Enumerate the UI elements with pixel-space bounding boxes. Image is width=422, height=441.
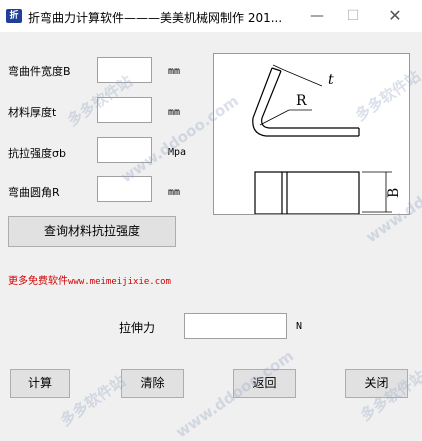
tension-label: 拉伸力 bbox=[119, 321, 156, 335]
clear-button[interactable]: 清除 bbox=[121, 369, 184, 398]
tension-output[interactable] bbox=[184, 313, 287, 339]
close-button[interactable]: 关闭 bbox=[345, 369, 408, 398]
bend-diagram: t R B bbox=[213, 53, 410, 215]
minimize-button[interactable]: — bbox=[300, 0, 334, 32]
close-window-button[interactable]: ✕ bbox=[378, 0, 412, 32]
title-bar: 折 折弯曲力计算软件———美美机械网制作 201... — ☐ ✕ bbox=[0, 0, 422, 32]
thickness-label: 材料厚度t bbox=[8, 106, 57, 119]
strength-label: 抗拉强度σb bbox=[8, 147, 66, 160]
label-b: B bbox=[386, 188, 402, 198]
promo-label: 更多免费软件 bbox=[8, 276, 68, 287]
maximize-button[interactable]: ☐ bbox=[336, 0, 370, 32]
label-r: R bbox=[296, 93, 307, 109]
thickness-unit: mm bbox=[168, 107, 181, 118]
radius-input[interactable] bbox=[97, 176, 152, 202]
label-t: t bbox=[328, 72, 334, 88]
strength-input[interactable] bbox=[97, 137, 152, 163]
radius-label: 弯曲圆角R bbox=[8, 186, 60, 199]
lookup-strength-button[interactable]: 查询材料抗拉强度 bbox=[8, 216, 176, 247]
app-icon: 折 bbox=[6, 9, 22, 23]
bend-diagram-svg: t R B bbox=[252, 64, 402, 215]
calculate-button[interactable]: 计算 bbox=[10, 369, 70, 398]
width-unit: mm bbox=[168, 66, 181, 77]
window-title: 折弯曲力计算软件———美美机械网制作 201... bbox=[28, 11, 283, 25]
width-label: 弯曲件宽度B bbox=[8, 65, 71, 78]
tension-unit: N bbox=[296, 321, 303, 332]
width-input[interactable] bbox=[97, 57, 152, 83]
promo-url[interactable]: www.meimeijixie.com bbox=[68, 277, 171, 287]
radius-unit: mm bbox=[168, 187, 181, 198]
promo-text[interactable]: 更多免费软件www.meimeijixie.com bbox=[8, 272, 171, 287]
back-button[interactable]: 返回 bbox=[233, 369, 296, 398]
thickness-input[interactable] bbox=[97, 97, 152, 123]
strength-unit: Mpa bbox=[168, 147, 187, 158]
